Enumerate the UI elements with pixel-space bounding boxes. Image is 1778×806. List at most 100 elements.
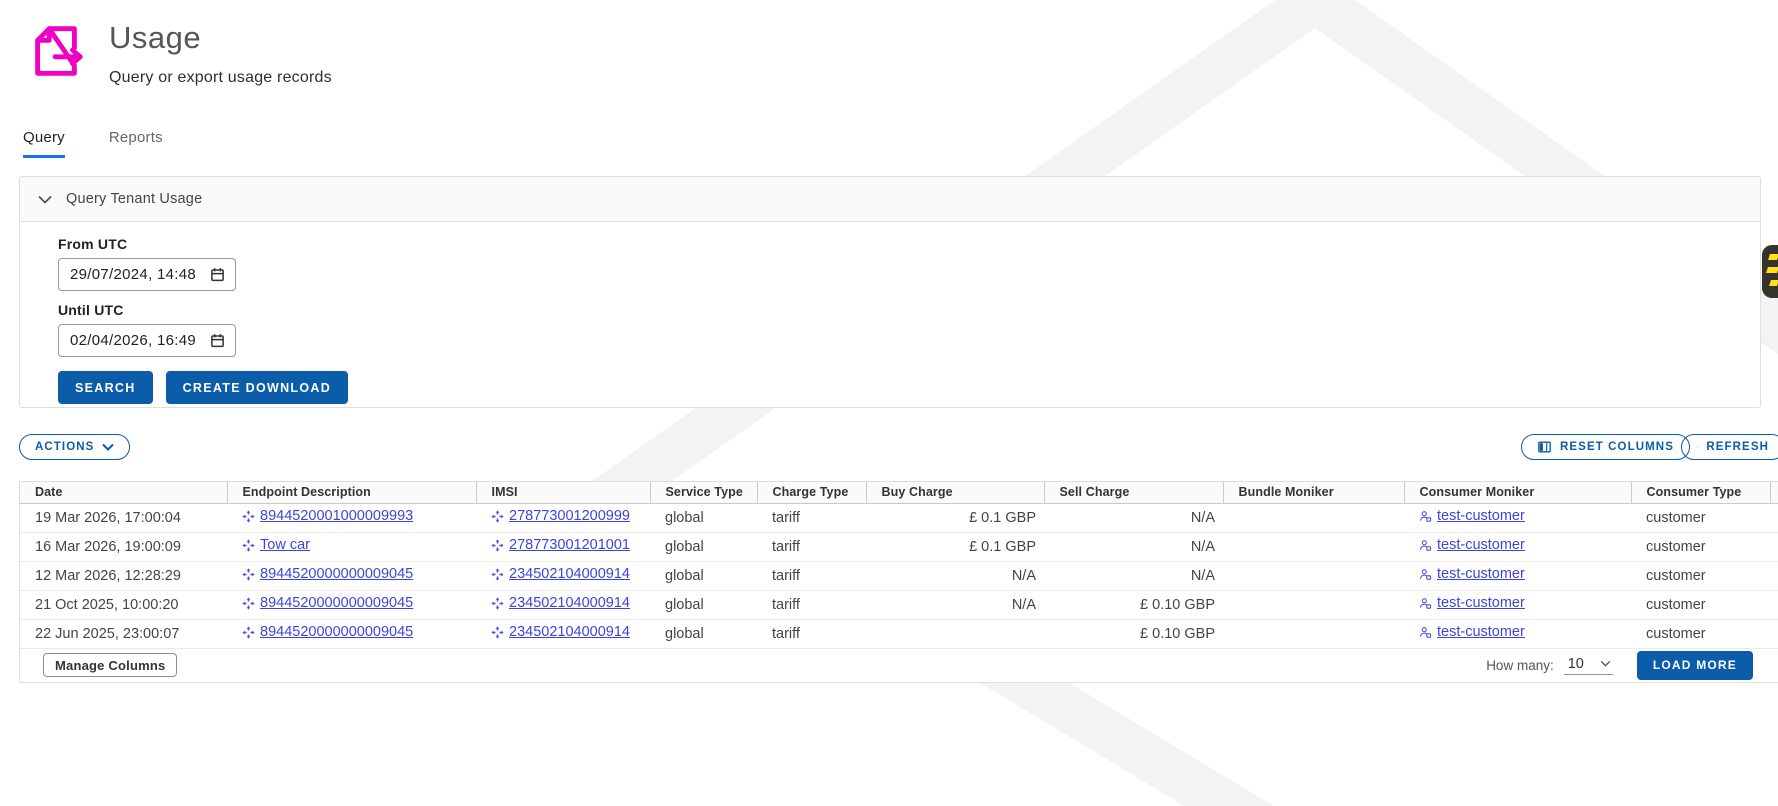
consumer-link[interactable]: test-customer — [1437, 566, 1525, 582]
panel-collapse-header[interactable]: Query Tenant Usage — [20, 177, 1760, 222]
cell-imsi: 234502104000914 — [476, 619, 650, 649]
cell-service-type: global — [650, 503, 757, 533]
cell-service-type: global — [650, 532, 757, 562]
table-row[interactable]: 21 Oct 2025, 10:00:20 894452000000000904… — [20, 590, 1778, 620]
cell-consumer-moniker: test-customer — [1404, 503, 1631, 533]
refresh-icon — [1697, 446, 1699, 448]
move-icon — [491, 568, 504, 581]
endpoint-link[interactable]: 8944520000000009045 — [260, 624, 413, 640]
cell-date: 12 Mar 2026, 12:28:29 — [20, 561, 227, 591]
cell-sell-charge: £ 0.10 GBP — [1044, 590, 1223, 620]
endpoint-link[interactable]: Tow car — [260, 537, 310, 553]
move-icon — [242, 597, 255, 610]
cell-consumer-moniker: test-customer — [1404, 619, 1631, 649]
manage-columns-button[interactable]: Manage Columns — [43, 653, 178, 677]
cell-bundle-moniker — [1223, 561, 1404, 591]
consumer-link[interactable]: test-customer — [1437, 537, 1525, 553]
reset-columns-button[interactable]: RESET COLUMNS — [1521, 434, 1690, 460]
cell-endpoint: 8944520001000009993 — [227, 503, 476, 533]
column-header[interactable]: IMSI — [475, 482, 650, 504]
column-header[interactable]: Sell Charge — [1043, 482, 1223, 504]
cell-service-type: global — [650, 590, 757, 620]
cell-date: 21 Oct 2025, 10:00:20 — [20, 590, 227, 620]
cell-buy-charge: £ 0.1 GBP — [866, 532, 1044, 562]
cell-charge-type: tariff — [757, 561, 866, 591]
endpoint-link[interactable]: 8944520000000009045 — [260, 566, 413, 582]
move-icon — [242, 626, 255, 639]
calendar-icon[interactable] — [210, 333, 225, 348]
cell-sell-charge: N/A — [1044, 503, 1223, 533]
column-header[interactable]: Buy Charge — [865, 482, 1044, 504]
table-footer: Manage Columns How many: 10 LOAD MORE — [20, 648, 1778, 682]
consumer-link[interactable]: test-customer — [1437, 508, 1525, 524]
panel-title: Query Tenant Usage — [66, 191, 203, 207]
tab-reports[interactable]: Reports — [109, 129, 163, 158]
refresh-button[interactable]: REFRESH — [1681, 434, 1778, 460]
cell-sell-charge: N/A — [1044, 561, 1223, 591]
endpoint-link[interactable]: 8944520000000009045 — [260, 595, 413, 611]
cell-charge-type: tariff — [757, 590, 866, 620]
how-many-label: How many: — [1486, 657, 1554, 673]
query-tenant-usage-panel: Query Tenant Usage From UTC 29/07/2024, … — [19, 176, 1761, 408]
imsi-link[interactable]: 234502104000914 — [509, 624, 630, 640]
person-badge-icon — [1419, 510, 1432, 523]
move-icon — [491, 539, 504, 552]
consumer-link[interactable]: test-customer — [1437, 624, 1525, 640]
create-download-button[interactable]: CREATE DOWNLOAD — [165, 371, 349, 404]
cell-consumer-moniker: test-customer — [1404, 590, 1631, 620]
cell-consumer-moniker: test-customer — [1404, 561, 1631, 591]
consumer-link[interactable]: test-customer — [1437, 595, 1525, 611]
cell-bundle-moniker — [1223, 532, 1404, 562]
cell-trailing — [1770, 619, 1778, 649]
cell-bundle-moniker — [1223, 619, 1404, 649]
cell-bundle-moniker — [1223, 503, 1404, 533]
move-icon — [242, 510, 255, 523]
endpoint-link[interactable]: 8944520001000009993 — [260, 508, 413, 524]
cell-imsi: 234502104000914 — [476, 561, 650, 591]
cell-service-type: global — [650, 619, 757, 649]
table-row[interactable]: 19 Mar 2026, 17:00:04 894452000100000999… — [20, 503, 1778, 533]
cell-charge-type: tariff — [757, 532, 866, 562]
person-badge-icon — [1419, 597, 1432, 610]
page-subtitle: Query or export usage records — [109, 69, 332, 86]
cell-trailing — [1770, 561, 1778, 591]
column-header[interactable]: Charge Type — [756, 482, 866, 504]
column-header[interactable]: Consumer Type — [1630, 482, 1770, 504]
cell-date: 22 Jun 2025, 23:00:07 — [20, 619, 227, 649]
cell-imsi: 278773001201001 — [476, 532, 650, 562]
columns-icon — [1538, 441, 1551, 453]
column-header[interactable]: Date — [20, 482, 227, 504]
cell-charge-type: tariff — [757, 619, 866, 649]
until-utc-input[interactable]: 02/04/2026, 16:49 — [58, 324, 236, 357]
imsi-link[interactable]: 234502104000914 — [509, 595, 630, 611]
how-many-select[interactable]: 10 — [1563, 656, 1613, 675]
column-header[interactable]: Endpoint Description — [226, 482, 476, 504]
calendar-icon[interactable] — [210, 267, 225, 282]
column-header[interactable]: Bundle Moniker — [1222, 482, 1404, 504]
column-header[interactable]: Service Type — [649, 482, 757, 504]
cell-date: 16 Mar 2026, 19:00:09 — [20, 532, 227, 562]
from-utc-input[interactable]: 29/07/2024, 14:48 — [58, 258, 236, 291]
move-icon — [242, 568, 255, 581]
usage-table: Date Endpoint Description IMSI Service Type… — [19, 481, 1778, 683]
column-header[interactable]: Consumer Moniker — [1403, 482, 1631, 504]
actions-button[interactable]: ACTIONS — [19, 434, 131, 460]
feedback-edge-widget[interactable] — [1762, 245, 1778, 298]
feedback-icon — [1768, 254, 1778, 260]
imsi-link[interactable]: 278773001201001 — [509, 537, 630, 553]
cell-consumer-type: customer — [1631, 532, 1770, 562]
imsi-link[interactable]: 278773001200999 — [509, 508, 630, 524]
page-header: Usage Query or export usage records — [25, 20, 332, 87]
from-utc-label: From UTC — [58, 236, 128, 252]
imsi-link[interactable]: 234502104000914 — [509, 566, 630, 582]
person-badge-icon — [1419, 539, 1432, 552]
tab-query[interactable]: Query — [23, 129, 65, 158]
search-button[interactable]: SEARCH — [58, 371, 153, 404]
cell-service-type: global — [650, 561, 757, 591]
cell-buy-charge: N/A — [866, 561, 1044, 591]
load-more-button[interactable]: LOAD MORE — [1636, 650, 1753, 680]
table-row[interactable]: 16 Mar 2026, 19:00:09 Tow car 2787730012… — [20, 532, 1778, 562]
table-row[interactable]: 12 Mar 2026, 12:28:29 894452000000000904… — [20, 561, 1778, 591]
table-header-row: Date Endpoint Description IMSI Service Type… — [20, 482, 1778, 504]
table-row[interactable]: 22 Jun 2025, 23:00:07 894452000000000904… — [20, 619, 1778, 649]
